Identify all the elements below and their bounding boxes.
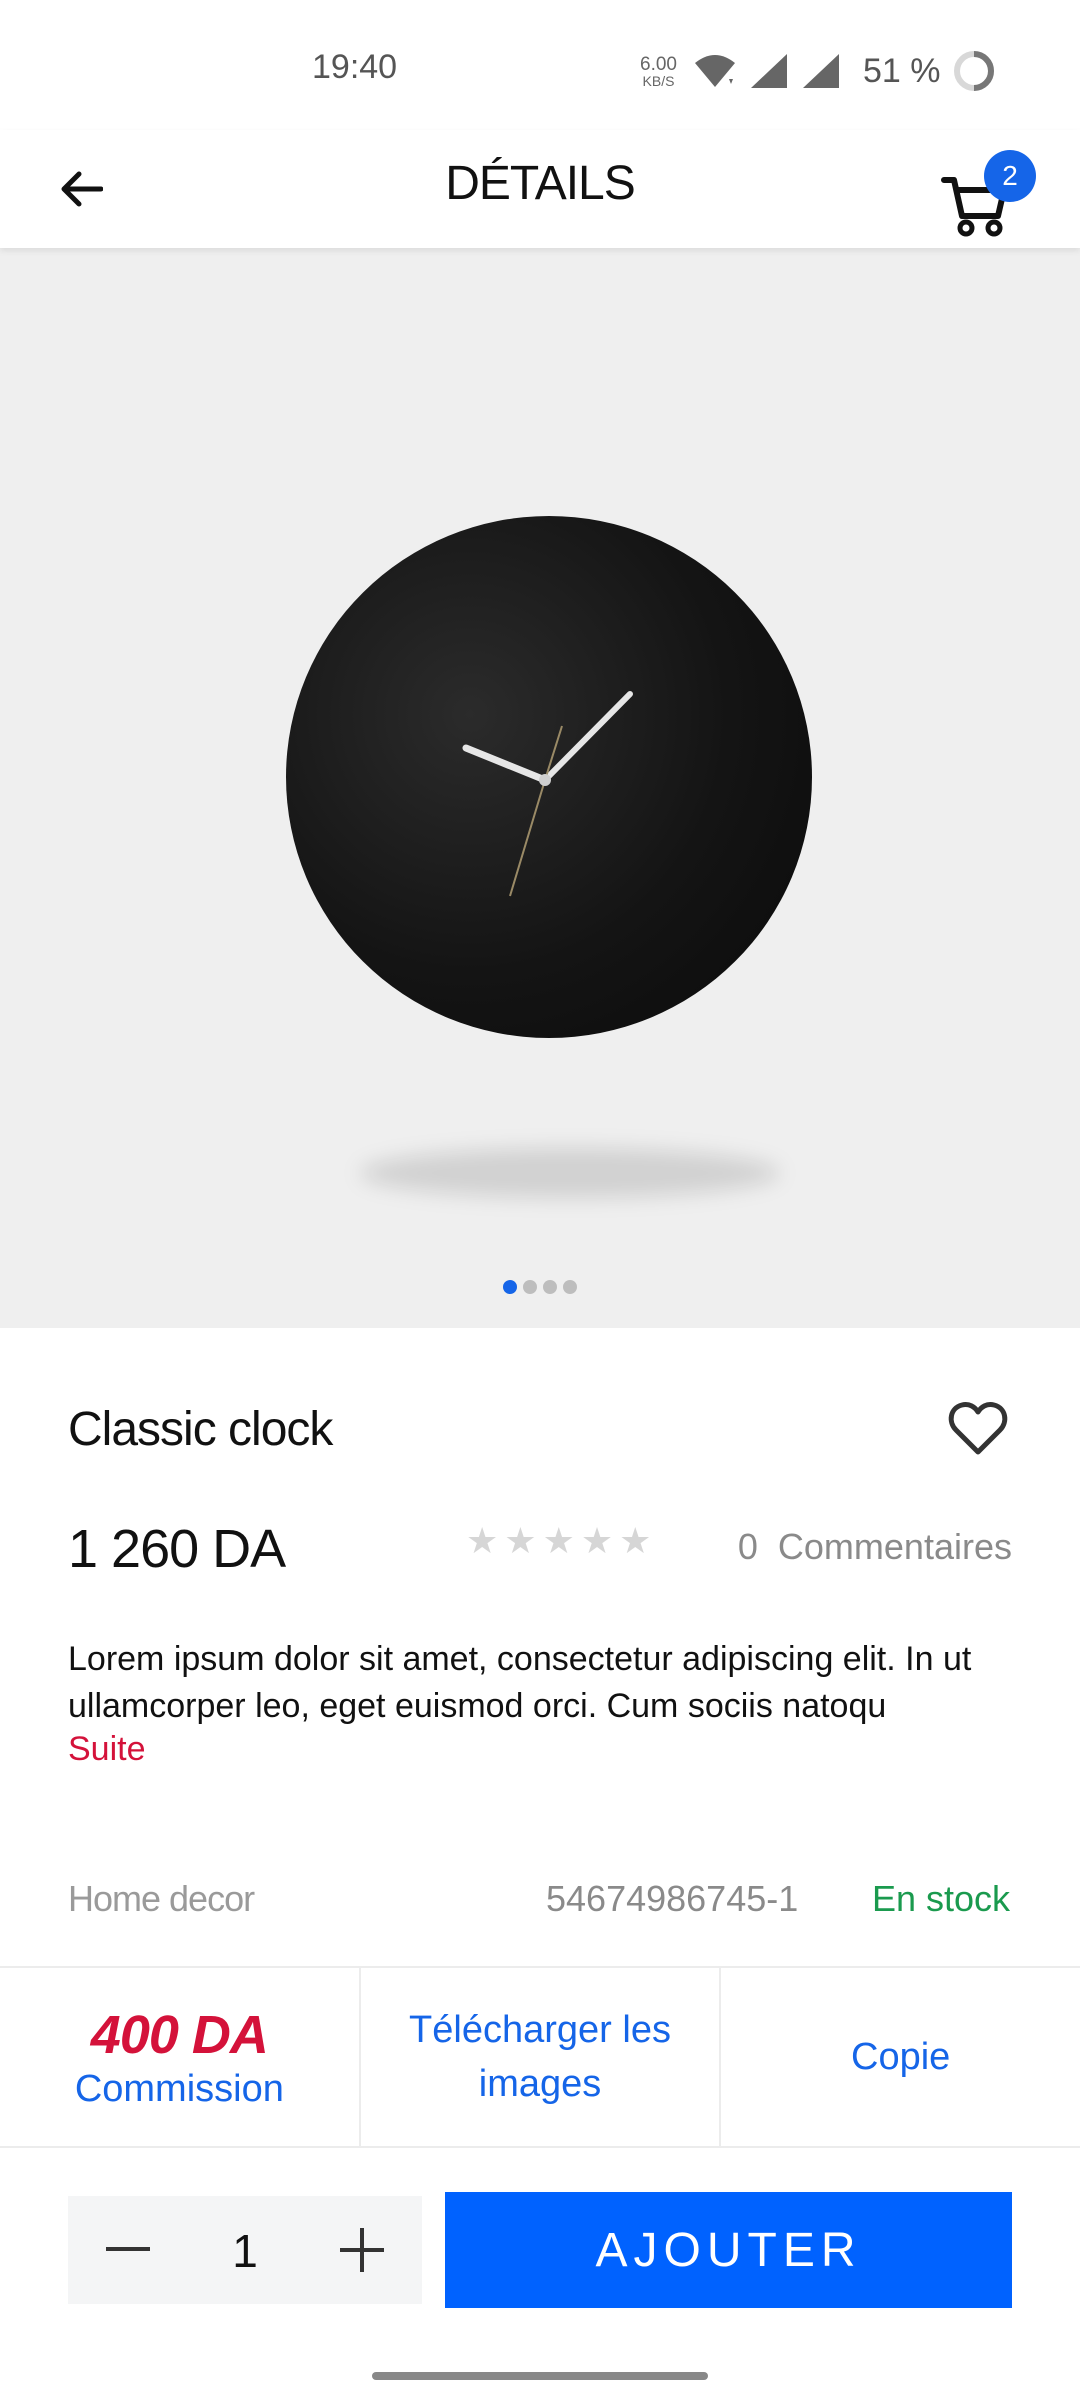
cell-signal-icon <box>802 54 839 88</box>
carousel-dot-active[interactable] <box>503 1280 517 1294</box>
cart-button[interactable]: 2 <box>940 150 1036 240</box>
cart-count-badge: 2 <box>984 150 1036 202</box>
star-icon: ★ <box>619 1520 652 1561</box>
commission-label: Commission <box>74 2067 284 2110</box>
status-bar: 19:40 6.00 KB/S 51 % <box>0 0 1080 130</box>
star-icon: ★ <box>466 1520 499 1561</box>
download-images-label: Télécharger les images <box>409 2009 671 2105</box>
product-price: 1 260 DA <box>68 1519 286 1579</box>
network-speed: 6.00 KB/S <box>640 55 677 88</box>
commission-amount: 400 DA <box>90 2004 269 2065</box>
add-to-cart-button[interactable]: AJOUTER <box>445 2192 1012 2308</box>
carousel-indicator <box>0 1280 1080 1294</box>
quantity-stepper: 1 <box>68 2196 422 2304</box>
heart-outline-icon <box>948 1402 1008 1455</box>
carousel-dot[interactable] <box>563 1280 577 1294</box>
plus-icon <box>340 2228 384 2272</box>
rating-stars: ★ ★ ★ ★ ★ <box>466 1520 651 1562</box>
product-category: Home decor <box>68 1878 255 1919</box>
product-name: Classic clock <box>68 1403 333 1456</box>
favorite-button[interactable] <box>948 1400 1008 1460</box>
network-speed-value: 6.00 <box>640 53 677 75</box>
product-sku: 54674986745-1 <box>546 1878 799 1919</box>
network-speed-unit: KB/S <box>642 72 675 89</box>
wifi-icon <box>694 55 735 87</box>
home-indicator[interactable] <box>372 2372 708 2380</box>
increase-quantity-button[interactable] <box>332 2220 392 2280</box>
cell-signal-icon <box>750 54 787 88</box>
status-time: 19:40 <box>312 48 398 86</box>
app-bar: DÉTAILS 2 <box>0 130 1080 248</box>
battery-percent: 51 % <box>862 51 941 90</box>
actions-row: 400 DA Commission Télécharger les images… <box>0 1966 1080 2148</box>
carousel-dot[interactable] <box>543 1280 557 1294</box>
star-icon: ★ <box>504 1520 537 1561</box>
status-icons: 6.00 KB/S 51 % <box>640 46 996 96</box>
product-image-gallery[interactable] <box>0 248 1080 1328</box>
read-more-link[interactable]: Suite <box>68 1730 146 1769</box>
star-icon: ★ <box>580 1520 614 1561</box>
comments-count[interactable]: 0 Commentaires <box>738 1526 1012 1568</box>
copy-button[interactable]: Copie <box>721 1968 1080 2146</box>
star-icon: ★ <box>542 1520 575 1561</box>
page-title: DÉTAILS <box>445 157 636 210</box>
copy-label: Copie <box>851 2035 951 2078</box>
stock-status: En stock <box>871 1878 1010 1919</box>
commission-cell: 400 DA Commission <box>0 1968 361 2146</box>
download-images-button[interactable]: Télécharger les images <box>361 1968 722 2146</box>
clock-hands <box>462 691 633 897</box>
battery-ring-icon <box>954 51 995 91</box>
product-description: Lorem ipsum dolor sit amet, consectetur … <box>68 1640 972 1725</box>
carousel-dot[interactable] <box>523 1280 537 1294</box>
